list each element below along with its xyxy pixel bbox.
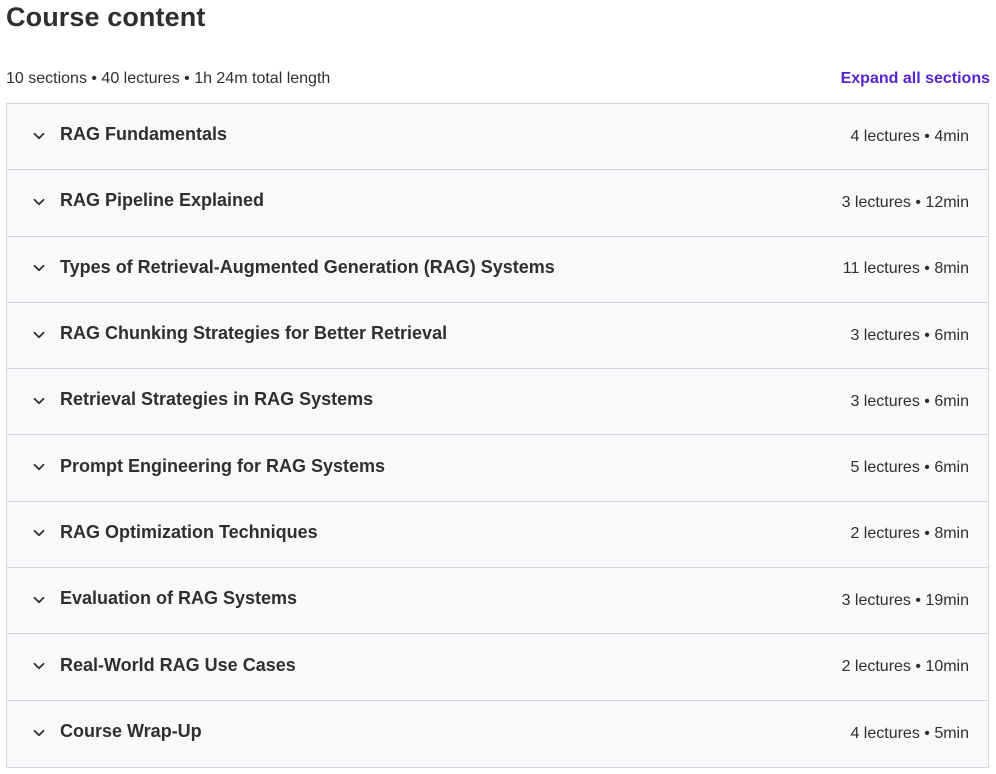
section-title: RAG Optimization Techniques [60, 521, 318, 542]
section-info: 2 lectures • 10min [841, 658, 969, 676]
section-title: Prompt Engineering for RAG Systems [60, 455, 386, 476]
section-header[interactable]: RAG Fundamentals 4 lectures • 4min [7, 104, 988, 171]
section-header[interactable]: Real-World RAG Use Cases 2 lectures • 10… [7, 634, 988, 701]
section-header[interactable]: Types of Retrieval-Augmented Generation … [7, 236, 988, 303]
section-title: Evaluation of RAG Systems [60, 588, 298, 609]
section-header[interactable]: Prompt Engineering for RAG Systems 5 lec… [7, 435, 988, 502]
sections-list: RAG Fundamentals 4 lectures • 4min RAG P… [6, 103, 989, 768]
section-title: RAG Chunking Strategies for Better Retri… [60, 323, 448, 344]
chevron-down-icon [32, 195, 46, 209]
chevron-down-icon [32, 328, 46, 342]
section-info: 4 lectures • 4min [850, 127, 969, 145]
section-title: Types of Retrieval-Augmented Generation … [60, 256, 555, 277]
section-header[interactable]: RAG Optimization Techniques 2 lectures •… [7, 501, 988, 569]
section-title: Retrieval Strategies in RAG Systems [60, 389, 374, 410]
section-header[interactable]: Course Wrap-Up 4 lectures • 5min [7, 700, 988, 767]
section-info: 4 lectures • 5min [850, 724, 969, 742]
section-header[interactable]: RAG Chunking Strategies for Better Retri… [7, 302, 988, 370]
chevron-down-icon [32, 593, 46, 607]
section-title: RAG Fundamentals [60, 124, 228, 145]
section-info: 11 lectures • 8min [842, 260, 969, 278]
section-header[interactable]: Evaluation of RAG Systems 3 lectures • 1… [7, 568, 988, 635]
section-info: 5 lectures • 6min [850, 459, 969, 477]
section-title: Real-World RAG Use Cases [60, 654, 296, 675]
section-title: RAG Pipeline Explained [60, 190, 265, 211]
course-summary: 10 sections • 40 lectures • 1h 24m total… [6, 70, 331, 87]
section-title: Course Wrap-Up [60, 721, 202, 742]
section-info: 3 lectures • 6min [850, 392, 969, 410]
section-header[interactable]: Retrieval Strategies in RAG Systems 3 le… [7, 369, 988, 436]
chevron-down-icon [32, 394, 46, 408]
chevron-down-icon [32, 261, 46, 275]
expand-all-sections-button[interactable]: Expand all sections [841, 70, 990, 88]
section-info: 3 lectures • 12min [841, 193, 969, 211]
page-title: Course content [6, 2, 206, 32]
section-info: 2 lectures • 8min [850, 525, 969, 543]
course-meta-row: 10 sections • 40 lectures • 1h 24m total… [6, 68, 990, 90]
section-info: 3 lectures • 19min [841, 591, 969, 609]
section-header[interactable]: RAG Pipeline Explained 3 lectures • 12mi… [7, 170, 988, 237]
chevron-down-icon [32, 659, 46, 673]
chevron-down-icon [32, 526, 46, 540]
chevron-down-icon [32, 129, 46, 143]
chevron-down-icon [32, 460, 46, 474]
section-info: 3 lectures • 6min [850, 326, 969, 344]
chevron-down-icon [32, 726, 46, 740]
